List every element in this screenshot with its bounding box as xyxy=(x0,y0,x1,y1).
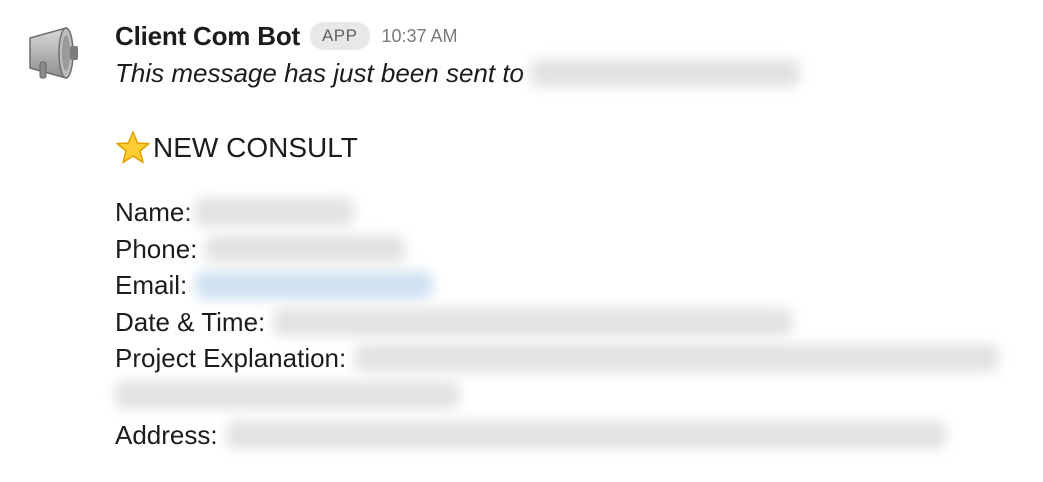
redacted-value xyxy=(205,234,406,263)
headline-text: NEW CONSULT xyxy=(153,132,358,163)
field-date-time: Date & Time: xyxy=(115,304,1043,341)
redacted-value xyxy=(354,344,1000,373)
field-name: Name: xyxy=(115,194,1043,231)
headline: NEW CONSULT xyxy=(115,130,1043,166)
redacted-value xyxy=(115,380,460,409)
redacted-value xyxy=(225,420,946,449)
field-address: Address: xyxy=(115,417,1043,454)
redacted-value xyxy=(193,198,354,227)
message: Client Com Bot APP 10:37 AM This message… xyxy=(0,0,1043,482)
app-badge: APP xyxy=(309,22,370,50)
field-phone: Phone: xyxy=(115,231,1043,268)
field-label: Date & Time: xyxy=(115,306,266,337)
field-project-explanation-continued xyxy=(115,377,1043,413)
redacted-value xyxy=(273,307,794,336)
field-label: Name: xyxy=(115,197,192,227)
field-label: Project Explanation: xyxy=(115,343,347,373)
sender-name[interactable]: Client Com Bot xyxy=(115,21,300,52)
bot-avatar[interactable] xyxy=(26,24,84,82)
redacted-recipient xyxy=(530,59,801,87)
field-project-explanation: Project Explanation: xyxy=(115,340,1043,377)
field-label: Phone: xyxy=(115,233,198,264)
intro-line: This message has just been sent to xyxy=(115,56,1043,90)
star-icon xyxy=(116,131,150,164)
field-label: Email: xyxy=(115,270,188,300)
field-label: Address: xyxy=(115,419,218,450)
field-email: Email: xyxy=(115,267,1043,304)
megaphone-icon xyxy=(29,27,78,79)
timestamp[interactable]: 10:37 AM xyxy=(382,26,458,47)
redacted-email-link[interactable] xyxy=(195,271,434,300)
intro-text: This message has just been sent to xyxy=(115,58,525,88)
consult-fields: Name: Phone: Email: Date & Time: Project… xyxy=(115,194,1043,453)
